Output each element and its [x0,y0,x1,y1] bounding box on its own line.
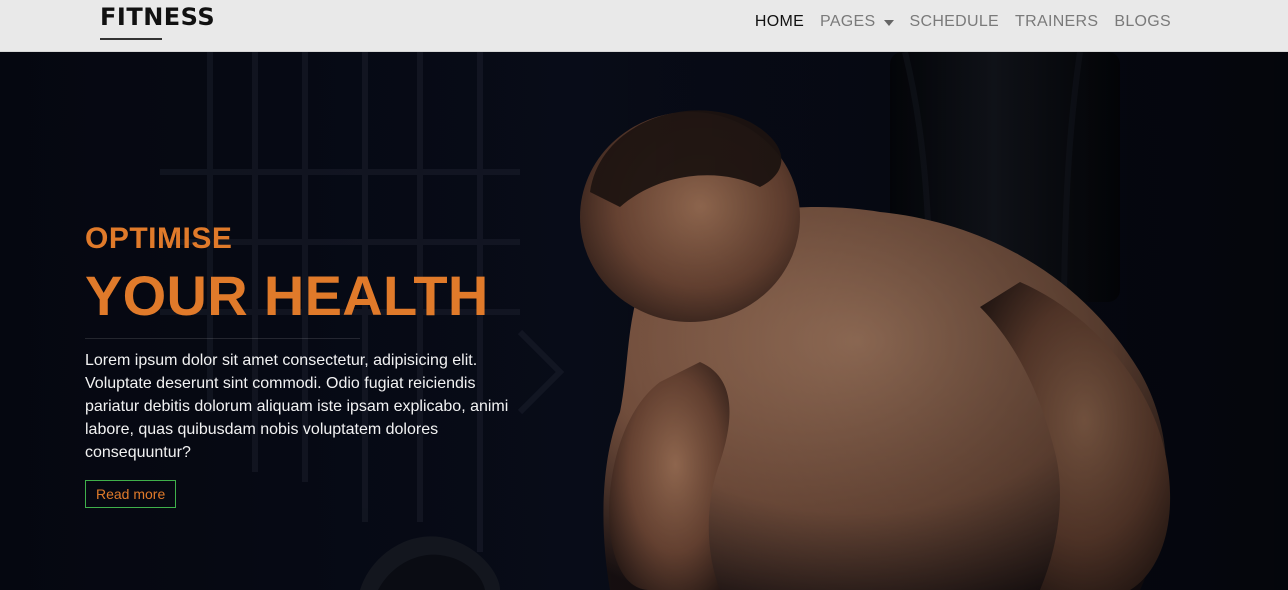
hero-body-text: Lorem ipsum dolor sit amet consectetur, … [85,352,509,461]
hero-kicker: OPTIMISE [85,222,233,255]
hero-copy: OPTIMISE YOUR HEALTH Lorem ipsum dolor s… [85,224,545,508]
hero-headline: YOUR HEALTH [85,264,489,327]
nav-home-label: HOME [754,13,805,30]
brand-logo[interactable]: FITNESS [100,3,216,40]
nav-home[interactable]: HOME [755,13,804,31]
chevron-down-icon [883,20,894,26]
hero-divider [85,338,360,339]
nav-pages[interactable]: PAGES [820,13,894,31]
top-navigation-bar: FITNESS HOME PAGES SCHEDULE TRAINERS BLO… [0,0,1288,52]
nav-blogs[interactable]: BLOGS [1114,13,1171,31]
nav-blogs-label: BLOGS [1114,13,1171,30]
nav-schedule[interactable]: SCHEDULE [910,13,1000,31]
brand-underline [100,38,162,40]
hero-section: OPTIMISE YOUR HEALTH Lorem ipsum dolor s… [0,52,1288,590]
nav-trainers-label: TRAINERS [1015,13,1099,30]
read-more-button[interactable]: Read more [85,480,177,508]
nav-schedule-label: SCHEDULE [909,13,1000,30]
main-nav: HOME PAGES SCHEDULE TRAINERS BLOGS [755,13,1171,31]
nav-pages-label: PAGES [820,13,876,30]
nav-trainers[interactable]: TRAINERS [1015,13,1098,31]
brand-text: FITNESS [100,3,216,31]
